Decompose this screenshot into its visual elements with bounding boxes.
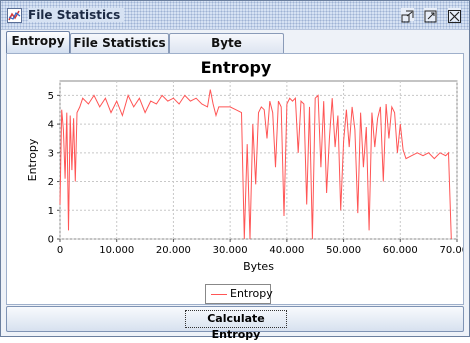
x-tick-label: 10.000 (99, 245, 134, 256)
y-tick-label: 1 (48, 206, 54, 217)
x-tick-label: 70.000 (440, 245, 464, 256)
x-axis-label: Bytes (243, 260, 274, 273)
plot-area (59, 80, 458, 240)
file-statistics-window: File Statistics Entropy File Statistics … (0, 0, 470, 341)
close-icon[interactable] (448, 8, 461, 23)
x-tick-label: 60.000 (383, 245, 418, 256)
x-tick-label: 20.000 (156, 245, 191, 256)
tab-entropy[interactable]: Entropy (6, 31, 70, 54)
x-tick-label: 0 (57, 245, 63, 256)
x-tick-label: 40.000 (269, 245, 304, 256)
x-tick-label: 30.000 (213, 245, 248, 256)
x-tick-label: 50.000 (326, 245, 361, 256)
tab-strip: Entropy File Statistics Byte Distributio… (3, 31, 467, 69)
y-tick-label: 5 (48, 91, 54, 102)
legend-label: Entropy (230, 287, 273, 300)
restore-icon[interactable] (401, 8, 414, 23)
title-bar[interactable]: File Statistics (1, 1, 469, 30)
tab-file-statistics[interactable]: File Statistics (70, 33, 169, 53)
chart-legend: Entropy (205, 284, 273, 304)
entropy-panel: Entropy 0 1 2 3 4 5 0 10.000 20.000 30.000 40.000 5… (6, 53, 464, 305)
y-tick-label: 0 (48, 235, 54, 246)
y-tick-label: 3 (48, 148, 54, 159)
entropy-chart: 0 1 2 3 4 5 0 10.000 20.000 30.000 40.000 50.000 60.… (26, 80, 464, 273)
chart-app-icon (7, 8, 22, 23)
y-axis-label: Entropy (26, 138, 39, 181)
y-tick-label: 4 (48, 120, 54, 131)
maximize-icon[interactable] (424, 8, 437, 23)
tab-byte-distribution[interactable]: Byte Distribution (169, 33, 284, 69)
y-tick-label: 2 (48, 177, 54, 188)
calculate-entropy-label: Calculate Entropy (185, 310, 287, 341)
legend-swatch (211, 294, 227, 295)
window-title: File Statistics (28, 8, 125, 22)
calculate-entropy-button[interactable]: Calculate Entropy (6, 306, 464, 341)
